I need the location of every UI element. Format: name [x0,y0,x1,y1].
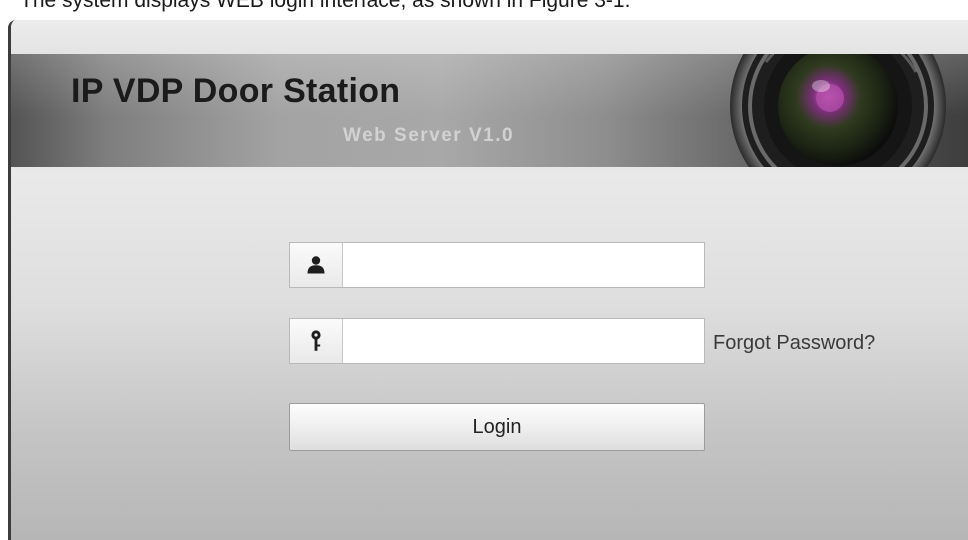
username-input[interactable] [343,243,704,287]
header-banner: IP VDP Door Station Web Server V1.0 [11,54,968,167]
username-field [289,242,705,288]
forgot-password-link[interactable]: Forgot Password? [713,332,875,355]
page-subtitle: Web Server V1.0 [343,125,515,146]
login-button[interactable]: Login [289,403,705,451]
page-title: IP VDP Door Station [71,72,401,110]
key-icon [290,319,343,363]
figure-caption: The system displays WEB login interface,… [20,0,631,12]
camera-lens-icon [730,54,946,167]
password-field [289,318,705,364]
user-icon [290,243,343,287]
window-top-strip [11,20,968,54]
login-window: IP VDP Door Station Web Server V1.0 Forg… [8,20,968,540]
password-input[interactable] [343,319,704,363]
